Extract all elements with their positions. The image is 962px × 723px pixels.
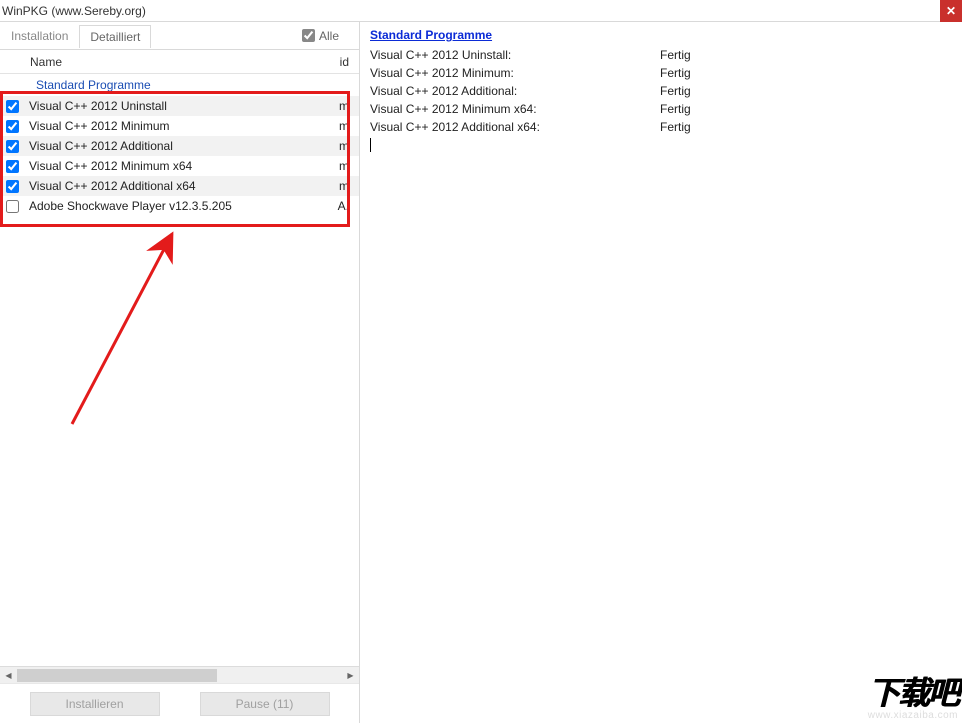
list-header: Name id: [0, 50, 359, 74]
list-item-name: Visual C++ 2012 Minimum: [29, 119, 329, 133]
chevron-left-icon: ◀: [5, 671, 11, 680]
pause-button[interactable]: Pause (11): [200, 692, 330, 716]
watermark-url: www.xiazaiba.com: [868, 710, 958, 721]
log-line-status: Fertig: [660, 84, 691, 98]
list-item-checkbox[interactable]: [6, 180, 19, 193]
list-item-id: m: [329, 179, 359, 193]
log-line-status: Fertig: [660, 120, 691, 134]
list-item-name: Adobe Shockwave Player v12.3.5.205: [29, 199, 329, 213]
tabs-row: Installation Detailliert Alle: [0, 22, 359, 50]
tab-installation[interactable]: Installation: [0, 24, 79, 47]
log-line: Visual C++ 2012 Minimum x64:Fertig: [370, 100, 952, 118]
left-pane: Installation Detailliert Alle Name id St…: [0, 22, 360, 723]
log-line: Visual C++ 2012 Additional x64:Fertig: [370, 118, 952, 136]
title-bar: WinPKG (www.Sereby.org) ✕: [0, 0, 962, 22]
list-item-checkbox[interactable]: [6, 140, 19, 153]
list-item-checkbox[interactable]: [6, 200, 19, 213]
text-caret: [370, 138, 371, 152]
list-item[interactable]: Visual C++ 2012 Additionalm: [0, 136, 359, 156]
list-item-checkbox[interactable]: [6, 160, 19, 173]
alle-checkbox-group[interactable]: Alle: [302, 29, 339, 43]
annotation-arrow: [62, 224, 192, 434]
scrollbar-track[interactable]: [17, 667, 342, 684]
log-line: Visual C++ 2012 Additional:Fertig: [370, 82, 952, 100]
list-item[interactable]: Visual C++ 2012 Uninstallm: [0, 96, 359, 116]
log-line-label: Visual C++ 2012 Minimum x64:: [370, 102, 660, 116]
list-item-name: Visual C++ 2012 Uninstall: [29, 99, 329, 113]
list-item-checkbox[interactable]: [6, 120, 19, 133]
log-line-label: Visual C++ 2012 Additional:: [370, 84, 660, 98]
watermark-text: 下载吧: [868, 668, 958, 714]
list-item[interactable]: Visual C++ 2012 Minimumm: [0, 116, 359, 136]
log-line-status: Fertig: [660, 48, 691, 62]
col-header-id[interactable]: id: [329, 55, 359, 69]
list-item-id: m: [329, 159, 359, 173]
log-line: Visual C++ 2012 Uninstall:Fertig: [370, 46, 952, 64]
group-standard-programme[interactable]: Standard Programme: [0, 74, 359, 96]
list-item[interactable]: Adobe Shockwave Player v12.3.5.205A.: [0, 196, 359, 216]
scroll-right-button[interactable]: ▶: [342, 667, 359, 684]
log-header: Standard Programme: [370, 28, 952, 42]
list-item-name: Visual C++ 2012 Additional: [29, 139, 329, 153]
alle-label: Alle: [319, 29, 339, 43]
close-icon: ✕: [946, 4, 956, 18]
window-title: WinPKG (www.Sereby.org): [2, 4, 146, 18]
list-item[interactable]: Visual C++ 2012 Additional x64m: [0, 176, 359, 196]
horizontal-scrollbar[interactable]: ◀ ▶: [0, 666, 359, 683]
right-pane: Standard Programme Visual C++ 2012 Unins…: [360, 22, 962, 723]
log-line: Visual C++ 2012 Minimum:Fertig: [370, 64, 952, 82]
list-item-id: m: [329, 99, 359, 113]
log-line-label: Visual C++ 2012 Uninstall:: [370, 48, 660, 62]
list-item-name: Visual C++ 2012 Minimum x64: [29, 159, 329, 173]
watermark-logo: 下载吧 www.xiazaiba.com: [868, 668, 958, 721]
col-header-name[interactable]: Name: [30, 55, 329, 69]
tab-detailliert[interactable]: Detailliert: [79, 25, 151, 48]
list-item[interactable]: Visual C++ 2012 Minimum x64m: [0, 156, 359, 176]
log-line-label: Visual C++ 2012 Additional x64:: [370, 120, 660, 134]
scrollbar-thumb[interactable]: [17, 669, 217, 682]
list-item-id: m: [329, 119, 359, 133]
button-row: Installieren Pause (11): [0, 683, 359, 723]
log-line-status: Fertig: [660, 102, 691, 116]
list-item-checkbox[interactable]: [6, 100, 19, 113]
list-item-id: m: [329, 139, 359, 153]
close-button[interactable]: ✕: [940, 0, 962, 22]
list-item-name: Visual C++ 2012 Additional x64: [29, 179, 329, 193]
log-line-label: Visual C++ 2012 Minimum:: [370, 66, 660, 80]
list-area: Standard Programme Visual C++ 2012 Unins…: [0, 74, 359, 666]
list-item-id: A.: [329, 199, 359, 213]
alle-checkbox[interactable]: [302, 29, 315, 42]
install-button[interactable]: Installieren: [30, 692, 160, 716]
scroll-left-button[interactable]: ◀: [0, 667, 17, 684]
log-line-status: Fertig: [660, 66, 691, 80]
chevron-right-icon: ▶: [347, 671, 353, 680]
